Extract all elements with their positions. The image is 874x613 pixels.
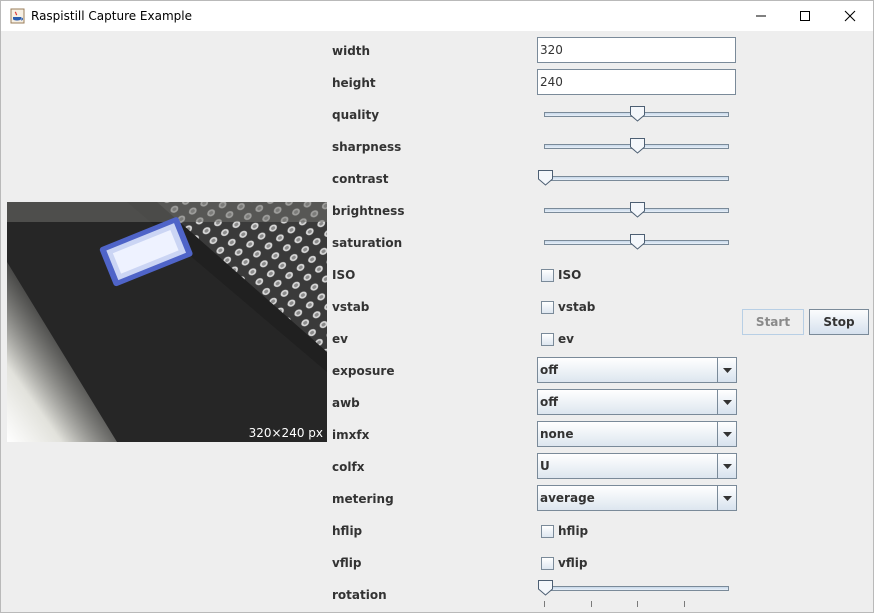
close-button[interactable] <box>827 1 873 31</box>
awb-label: awb <box>332 396 360 410</box>
close-icon <box>844 10 856 22</box>
java-app-icon <box>10 8 25 24</box>
metering-label: metering <box>332 492 394 506</box>
width-label: width <box>332 44 371 58</box>
slider-thumb[interactable] <box>629 233 646 250</box>
metering-dropdown[interactable]: average <box>537 485 737 511</box>
colfx-dropdown[interactable]: U <box>537 453 737 479</box>
slider-thumb[interactable] <box>537 169 554 186</box>
preview-size-caption: 320×240 px <box>248 426 323 440</box>
slider-track <box>544 586 729 591</box>
chevron-down-icon <box>722 495 732 501</box>
window-title: Raspistill Capture Example <box>31 9 192 23</box>
stop-button[interactable]: Stop <box>809 309 869 335</box>
maximize-icon <box>800 11 810 21</box>
brightness-slider[interactable] <box>537 201 737 221</box>
vflip-label: vflip <box>332 556 362 570</box>
imxfx-label: imxfx <box>332 428 370 442</box>
slider-track <box>544 176 729 181</box>
brightness-label: brightness <box>332 204 405 218</box>
chevron-down-icon <box>722 431 732 437</box>
hflip-checkbox[interactable] <box>541 524 554 538</box>
exposure-dropdown[interactable]: off <box>537 357 737 383</box>
camera-preview: 320×240 px <box>7 202 327 442</box>
ev-label: ev <box>332 332 348 346</box>
height-label: height <box>332 76 376 90</box>
contrast-label: contrast <box>332 172 389 186</box>
height-field[interactable]: 240 <box>537 69 736 95</box>
ev-checkbox-label[interactable]: ev <box>558 331 574 347</box>
vstab-label: vstab <box>332 300 370 314</box>
vflip-checkbox[interactable] <box>541 556 554 570</box>
title-bar: Raspistill Capture Example <box>1 1 873 31</box>
imxfx-selected-value: none <box>540 427 574 441</box>
chevron-down-icon <box>722 399 732 405</box>
hflip-checkbox-label[interactable]: hflip <box>558 523 588 539</box>
vstab-checkbox-row[interactable]: vstab <box>541 299 595 315</box>
awb-dropdown[interactable]: off <box>537 389 737 415</box>
maximize-button[interactable] <box>782 1 828 31</box>
rotation-label: rotation <box>332 588 387 602</box>
vstab-checkbox[interactable] <box>541 300 554 314</box>
minimize-button[interactable] <box>738 1 784 31</box>
metering-dropdown-arrow[interactable] <box>717 486 736 510</box>
sharpness-slider[interactable] <box>537 137 737 157</box>
slider-thumb[interactable] <box>629 201 646 218</box>
iso-checkbox-row[interactable]: ISO <box>541 267 581 283</box>
chevron-down-icon <box>722 367 732 373</box>
exposure-dropdown-arrow[interactable] <box>717 358 736 382</box>
hflip-checkbox-row[interactable]: hflip <box>541 523 588 539</box>
slider-thumb[interactable] <box>629 137 646 154</box>
sharpness-label: sharpness <box>332 140 402 154</box>
rotation-slider[interactable] <box>537 579 737 599</box>
colfx-selected-value: U <box>540 459 550 473</box>
contrast-slider[interactable] <box>537 169 737 189</box>
quality-label: quality <box>332 108 380 122</box>
saturation-label: saturation <box>332 236 403 250</box>
awb-dropdown-arrow[interactable] <box>717 390 736 414</box>
awb-selected-value: off <box>540 395 558 409</box>
app-window: Raspistill Capture Example 320×240 px wi… <box>0 0 874 613</box>
vflip-checkbox-row[interactable]: vflip <box>541 555 587 571</box>
rotation-slider-ticks <box>544 601 685 607</box>
start-button[interactable]: Start <box>742 309 804 335</box>
iso-checkbox-label[interactable]: ISO <box>558 267 581 283</box>
hflip-label: hflip <box>332 524 363 538</box>
vstab-checkbox-label[interactable]: vstab <box>558 299 595 315</box>
saturation-slider[interactable] <box>537 233 737 253</box>
slider-thumb[interactable] <box>537 579 554 596</box>
colfx-dropdown-arrow[interactable] <box>717 454 736 478</box>
iso-label: ISO <box>332 268 356 282</box>
width-field[interactable]: 320 <box>537 37 736 63</box>
minimize-icon <box>756 15 766 17</box>
vflip-checkbox-label[interactable]: vflip <box>558 555 587 571</box>
ev-checkbox[interactable] <box>541 332 554 346</box>
quality-slider[interactable] <box>537 105 737 125</box>
colfx-label: colfx <box>332 460 365 474</box>
metering-selected-value: average <box>540 491 595 505</box>
imxfx-dropdown[interactable]: none <box>537 421 737 447</box>
slider-thumb[interactable] <box>629 105 646 122</box>
exposure-label: exposure <box>332 364 395 378</box>
imxfx-dropdown-arrow[interactable] <box>717 422 736 446</box>
iso-checkbox[interactable] <box>541 268 554 282</box>
preview-image <box>7 202 327 442</box>
exposure-selected-value: off <box>540 363 558 377</box>
ev-checkbox-row[interactable]: ev <box>541 331 574 347</box>
chevron-down-icon <box>722 463 732 469</box>
